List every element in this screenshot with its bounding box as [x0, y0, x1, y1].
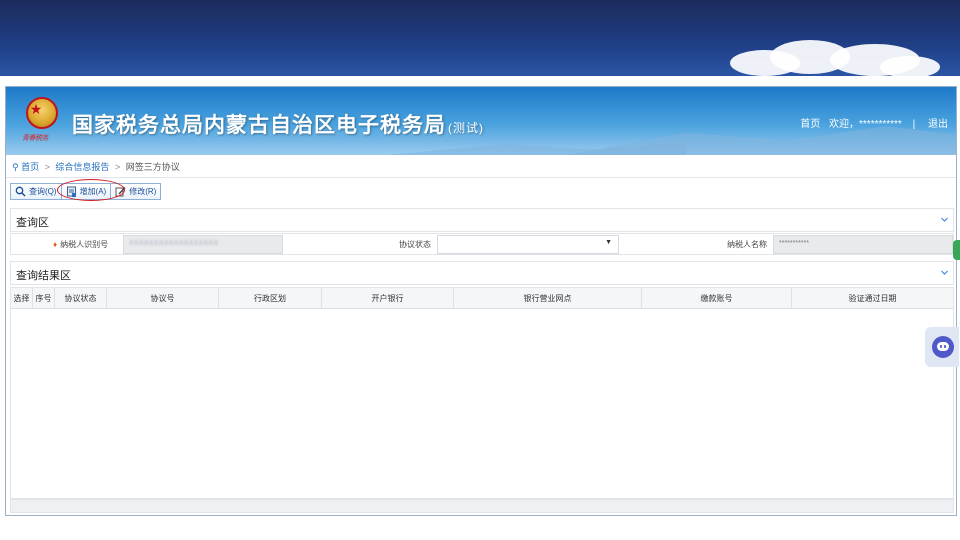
taxpayer-name-value: *********** [779, 240, 809, 247]
taxpayer-name-label: 纳税人名称 [727, 240, 767, 249]
modify-button[interactable]: 修改(R) [111, 183, 162, 200]
column-header-index[interactable]: 序号 [33, 288, 55, 309]
breadcrumb-separator: > [114, 162, 121, 172]
breadcrumb: ⚲ 首页 > 综合信息报告 > 网签三方协议 [12, 160, 180, 174]
add-button[interactable]: 增加(A) [61, 183, 112, 200]
query-button-label: 查询(Q) [29, 187, 57, 196]
add-document-icon [66, 186, 77, 197]
table-footer-bar [10, 499, 954, 513]
chevron-down-icon[interactable] [940, 268, 949, 277]
breadcrumb-separator: > [44, 162, 50, 172]
side-tab-handle[interactable] [953, 240, 960, 260]
taxpayer-id-value: XXXXXXXXXXXXXXXXXX [129, 240, 219, 247]
breadcrumb-section[interactable]: 综合信息报告 [55, 162, 109, 172]
chat-bot-icon [932, 336, 954, 358]
map-pin-icon: ⚲ [12, 162, 19, 172]
table-header-row: 选择 序号 协议状态 协议号 行政区划 开户银行 银行营业网点 缴款账号 验证通… [11, 288, 953, 309]
toolbar: 查询(Q) 增加(A) 修改(R) [10, 183, 162, 200]
agreement-status-select[interactable]: ▼ [437, 235, 619, 254]
star-icon: ★ [29, 101, 43, 117]
required-marker-icon: ♦ [53, 240, 58, 249]
query-area-header[interactable]: 查询区 [10, 208, 954, 232]
chevron-down-icon[interactable] [940, 215, 949, 224]
nav-home-link[interactable]: 首页 [800, 119, 820, 130]
app-header: ★ 青春税务 国家税务总局内蒙古自治区电子税务局 (测试) 首页 欢迎，*****… [6, 87, 956, 155]
seal-text: 青春税务 [22, 134, 49, 142]
edit-icon [115, 186, 126, 197]
search-icon [15, 186, 26, 197]
chat-bot-eye [940, 345, 942, 348]
column-header-bank-branch[interactable]: 银行营业网点 [454, 288, 642, 309]
app-title-suffix: (测试) [448, 121, 484, 135]
breadcrumb-current: 网签三方协议 [125, 162, 180, 172]
top-nav: 首页 欢迎，*********** | 退出 [794, 115, 948, 130]
column-header-verified-date[interactable]: 验证通过日期 [792, 288, 953, 309]
app-title-text: 国家税务总局内蒙古自治区电子税务局 [72, 114, 446, 137]
taxpayer-name-field[interactable]: *********** [773, 235, 953, 254]
column-header-region[interactable]: 行政区划 [219, 288, 322, 309]
chat-bot-eye [944, 345, 946, 348]
tax-emblem-logo: ★ 青春税务 [20, 95, 64, 147]
add-button-label: 增加(A) [79, 187, 107, 196]
modify-button-label: 修改(R) [129, 187, 157, 196]
chat-bot-face [937, 342, 949, 351]
query-form-row: ♦ 纳税人识别号 XXXXXXXXXXXXXXXXXX 协议状态 ▼ 纳税人名称 … [10, 233, 954, 255]
column-header-account-no[interactable]: 缴款账号 [642, 288, 792, 309]
welcome-text: 欢迎，*********** [829, 119, 902, 130]
cloud-decoration [880, 56, 940, 76]
column-header-agreement-no[interactable]: 协议号 [107, 288, 219, 309]
column-header-agreement-status[interactable]: 协议状态 [55, 288, 107, 309]
app-window: ★ 青春税务 国家税务总局内蒙古自治区电子税务局 (测试) 首页 欢迎，*****… [5, 86, 957, 516]
breadcrumb-home[interactable]: 首页 [21, 162, 39, 172]
logout-link[interactable]: 退出 [928, 119, 948, 130]
result-table: 选择 序号 协议状态 协议号 行政区划 开户银行 银行营业网点 缴款账号 验证通… [10, 287, 954, 499]
taxpayer-id-label: ♦ 纳税人识别号 [53, 239, 108, 250]
result-area-header[interactable]: 查询结果区 [10, 261, 954, 285]
column-header-bank[interactable]: 开户银行 [322, 288, 454, 309]
taxpayer-id-label-text: 纳税人识别号 [60, 240, 109, 249]
taxpayer-id-field[interactable]: XXXXXXXXXXXXXXXXXX [123, 235, 283, 254]
result-area-title: 查询结果区 [16, 270, 71, 282]
online-service-button[interactable] [925, 327, 959, 367]
query-area-title: 查询区 [16, 217, 49, 229]
app-title: 国家税务总局内蒙古自治区电子税务局 (测试) [72, 109, 484, 139]
column-header-select[interactable]: 选择 [11, 288, 33, 309]
nav-separator: | [912, 119, 916, 130]
dropdown-arrow-icon[interactable]: ▼ [605, 239, 612, 246]
query-button[interactable]: 查询(Q) [10, 183, 62, 200]
slide-banner [0, 0, 960, 76]
agreement-status-label: 协议状态 [399, 240, 431, 249]
divider [6, 177, 956, 178]
